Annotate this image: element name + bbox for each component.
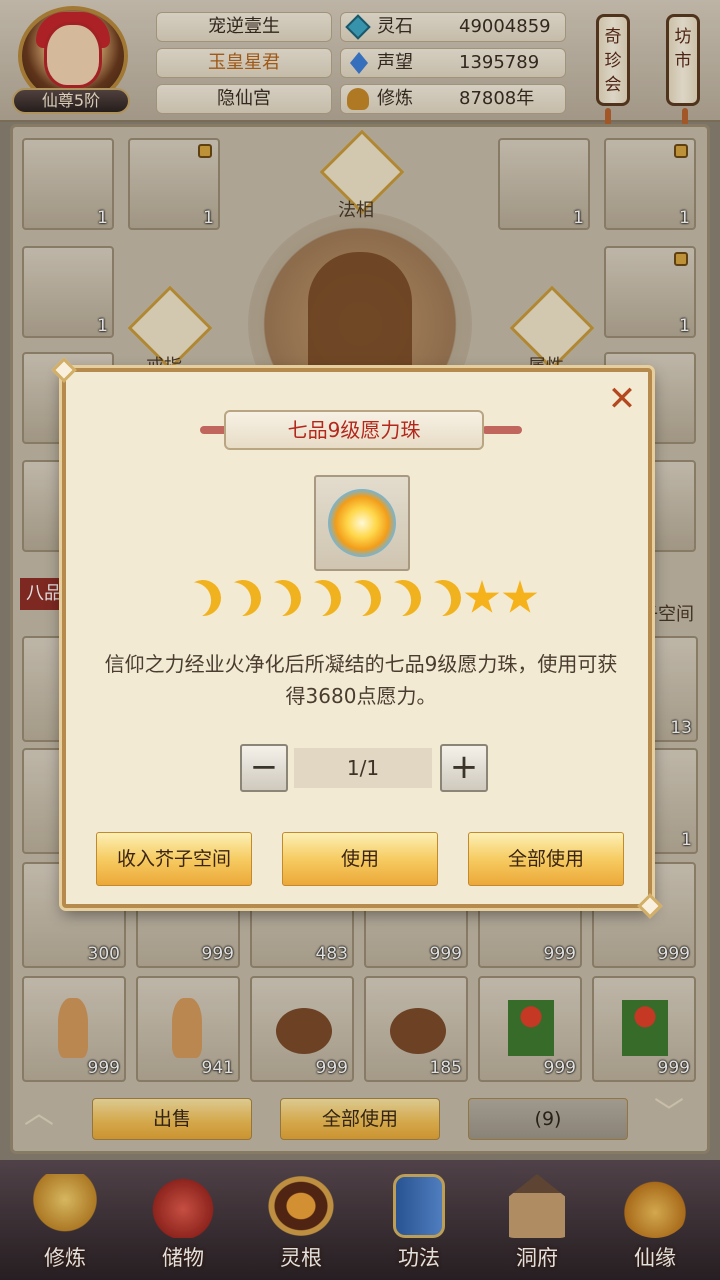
moon-icon — [179, 574, 227, 622]
store-to-mustard-space-button[interactable]: 收入芥子空间 — [96, 832, 252, 886]
moon-icon — [259, 574, 307, 622]
moon-icon — [419, 574, 467, 622]
moon-icon — [339, 574, 387, 622]
moon-icon — [299, 574, 347, 622]
item-icon-frame — [314, 475, 410, 571]
quantity-increase-button[interactable]: + — [440, 744, 488, 792]
wish-power-orb-icon — [328, 489, 396, 557]
quantity-decrease-button[interactable]: − — [240, 744, 288, 792]
star-icon — [464, 580, 500, 613]
moon-icon — [219, 574, 267, 622]
quantity-display[interactable]: 1/1 — [294, 748, 432, 788]
star-icon — [502, 580, 538, 613]
item-description: 信仰之力经业火净化后所凝结的七品9级愿力珠，使用可获得3680点愿力。 — [104, 652, 618, 708]
item-grade-rating — [66, 580, 656, 620]
use-button[interactable]: 使用 — [282, 832, 438, 886]
item-detail-dialog: 七品9级愿力珠 ✕ 信仰之力经业火净化后所凝结的七品9级愿力珠，使用可获得368… — [51, 357, 663, 919]
title-scroll-cap — [482, 426, 522, 434]
item-title: 七品9级愿力珠 — [224, 410, 484, 450]
close-icon[interactable]: ✕ — [606, 382, 638, 416]
moon-icon — [379, 574, 427, 622]
use-all-button[interactable]: 全部使用 — [468, 832, 624, 886]
